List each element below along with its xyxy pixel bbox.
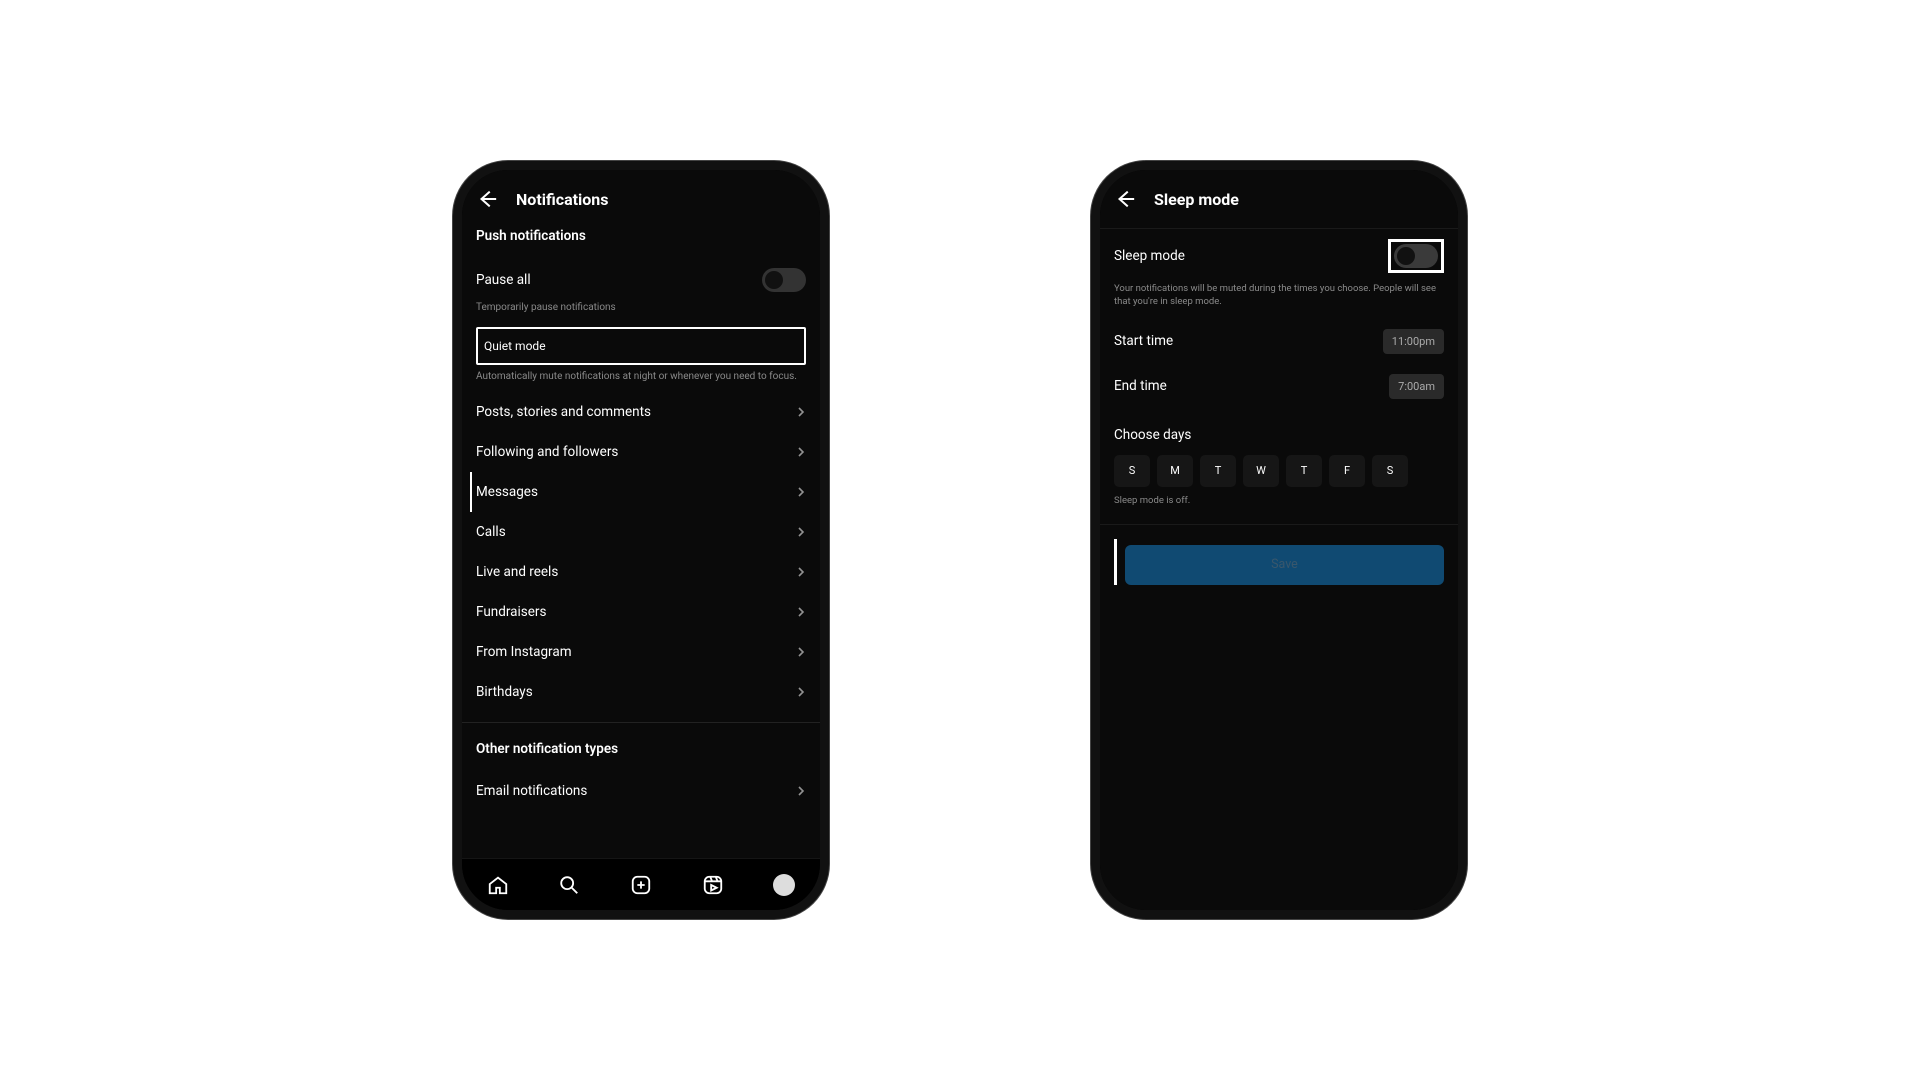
sleep-toggle[interactable] <box>1394 244 1438 268</box>
menu-label: From Instagram <box>476 644 572 660</box>
chevron-right-icon <box>796 607 806 617</box>
menu-label: Live and reels <box>476 564 558 580</box>
screen-sleepmode: Sleep mode Sleep mode Your notifications… <box>1100 170 1458 910</box>
back-icon[interactable] <box>1114 188 1136 210</box>
menu-label: Calls <box>476 524 506 540</box>
menu-label: Fundraisers <box>476 604 546 620</box>
pause-all-label: Pause all <box>476 272 531 288</box>
menu-following[interactable]: Following and followers <box>476 432 806 472</box>
day-s[interactable]: S <box>1114 455 1150 487</box>
start-label: Start time <box>1114 333 1173 349</box>
chevron-right-icon <box>796 487 806 497</box>
day-th[interactable]: T <box>1286 455 1322 487</box>
save-label: Save <box>1271 557 1298 572</box>
search-icon[interactable] <box>558 874 580 896</box>
screen-notifications: Notifications Push notifications Pause a… <box>462 170 820 910</box>
header: Sleep mode <box>1100 170 1458 220</box>
pause-all-row: Pause all <box>476 258 806 302</box>
quiet-sub: Automatically mute notifications at nigh… <box>476 365 806 392</box>
day-sa[interactable]: S <box>1372 455 1408 487</box>
divider <box>1100 228 1458 229</box>
menu-label: Following and followers <box>476 444 618 460</box>
phone-notifications: Notifications Push notifications Pause a… <box>462 170 820 910</box>
menu-fundraisers[interactable]: Fundraisers <box>476 592 806 632</box>
reels-icon[interactable] <box>702 874 724 896</box>
end-label: End time <box>1114 378 1167 394</box>
end-value[interactable]: 7:00am <box>1389 374 1444 399</box>
day-t[interactable]: T <box>1200 455 1236 487</box>
chevron-right-icon <box>796 567 806 577</box>
back-icon[interactable] <box>476 188 498 210</box>
header: Notifications <box>462 170 820 220</box>
menu-email[interactable]: Email notifications <box>476 771 806 811</box>
save-button[interactable]: Save <box>1125 545 1444 585</box>
save-bar: Save <box>1114 539 1444 585</box>
page-title: Sleep mode <box>1154 190 1239 209</box>
menu-posts[interactable]: Posts, stories and comments <box>476 392 806 432</box>
chevron-right-icon <box>796 407 806 417</box>
choose-days-label: Choose days <box>1114 409 1444 449</box>
day-m[interactable]: M <box>1157 455 1193 487</box>
start-value[interactable]: 11:00pm <box>1383 329 1444 354</box>
pause-sub: Temporarily pause notifications <box>476 302 806 323</box>
chevron-right-icon <box>796 687 806 697</box>
phone-sleepmode: Sleep mode Sleep mode Your notifications… <box>1100 170 1458 910</box>
sleep-toggle-row: Sleep mode <box>1114 239 1444 283</box>
menu-birthdays[interactable]: Birthdays <box>476 672 806 712</box>
day-f[interactable]: F <box>1329 455 1365 487</box>
status-text: Sleep mode is off. <box>1114 495 1444 516</box>
sleep-desc: Your notifications will be muted during … <box>1114 283 1444 319</box>
bottom-nav <box>462 858 820 910</box>
sleep-label: Sleep mode <box>1114 248 1185 264</box>
page-title: Notifications <box>516 190 609 209</box>
pause-all-toggle[interactable] <box>762 268 806 292</box>
other-heading: Other notification types <box>476 733 806 771</box>
chevron-right-icon <box>796 786 806 796</box>
menu-messages[interactable]: Messages <box>470 472 806 512</box>
profile-avatar[interactable] <box>773 874 795 896</box>
menu-label: Email notifications <box>476 783 587 799</box>
end-time-row[interactable]: End time 7:00am <box>1114 364 1444 409</box>
menu-label: Birthdays <box>476 684 533 700</box>
menu-live[interactable]: Live and reels <box>476 552 806 592</box>
divider <box>1100 524 1458 525</box>
sleep-toggle-highlight <box>1388 239 1444 273</box>
menu-label: Posts, stories and comments <box>476 404 651 420</box>
menu-calls[interactable]: Calls <box>476 512 806 552</box>
divider <box>462 722 820 723</box>
quiet-mode-row[interactable]: Quiet mode <box>476 327 806 365</box>
chevron-right-icon <box>796 647 806 657</box>
content: Push notifications Pause all Temporarily… <box>462 220 820 858</box>
days-row: S M T W T F S <box>1114 449 1444 495</box>
chevron-right-icon <box>796 527 806 537</box>
menu-label: Messages <box>476 484 538 500</box>
quiet-mode-label: Quiet mode <box>484 339 798 353</box>
day-w[interactable]: W <box>1243 455 1279 487</box>
start-time-row[interactable]: Start time 11:00pm <box>1114 319 1444 364</box>
content: Sleep mode Your notifications will be mu… <box>1100 239 1458 910</box>
save-edge <box>1114 539 1117 585</box>
push-heading: Push notifications <box>476 220 806 258</box>
chevron-right-icon <box>796 447 806 457</box>
add-icon[interactable] <box>630 874 652 896</box>
menu-from-ig[interactable]: From Instagram <box>476 632 806 672</box>
home-icon[interactable] <box>487 874 509 896</box>
